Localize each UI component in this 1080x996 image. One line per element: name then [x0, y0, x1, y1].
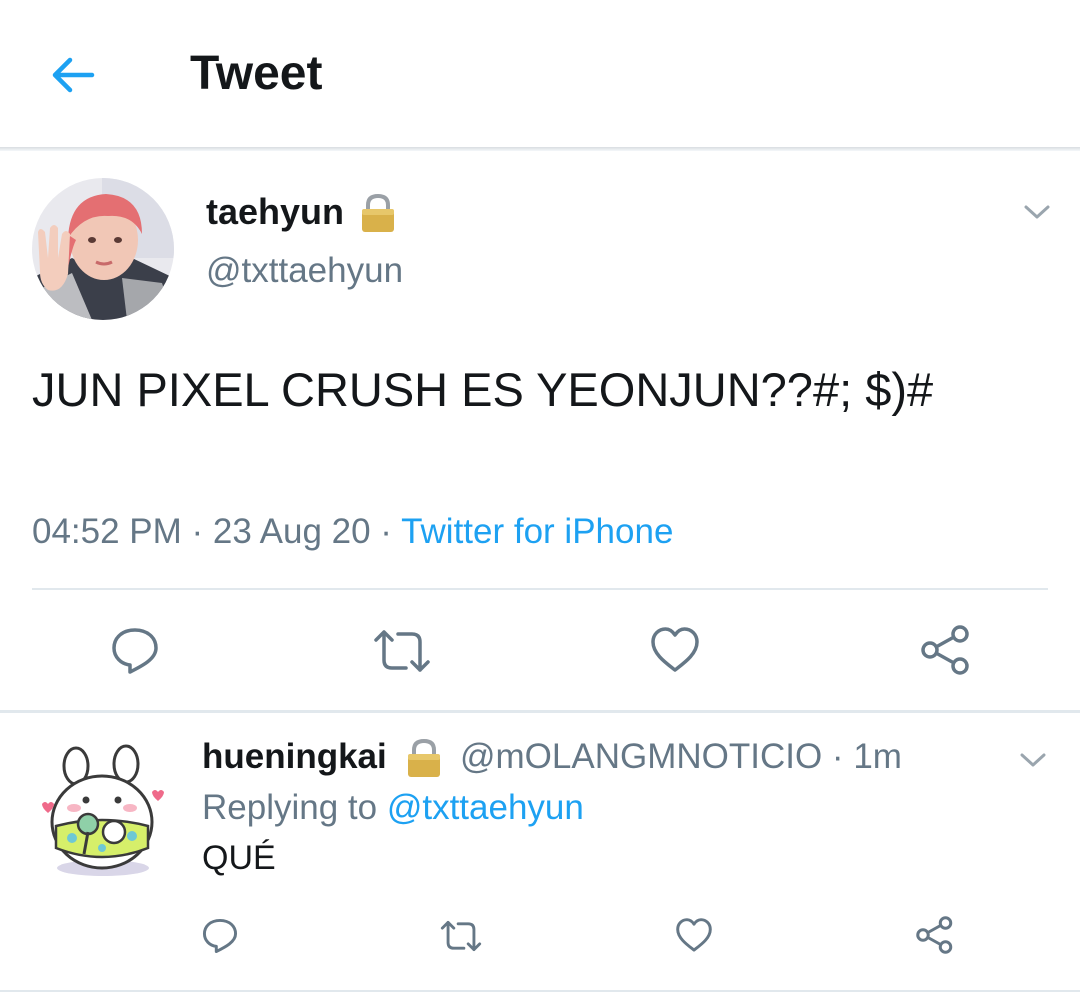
top-bar: Tweet — [0, 0, 1080, 148]
tweet-time: 04:52 PM — [32, 512, 182, 551]
reply-button[interactable] — [200, 916, 240, 961]
like-button[interactable] — [674, 916, 714, 961]
replying-to-link[interactable]: @txttaehyun — [387, 788, 584, 827]
lock-icon — [404, 737, 444, 784]
reply-text: QUÉ — [202, 839, 276, 877]
reply-icon — [202, 918, 238, 954]
share-icon — [916, 916, 953, 954]
author-name[interactable]: hueningkai — [202, 735, 387, 779]
replying-to: Replying to @txttaehyun — [202, 786, 584, 830]
meta-separator: · — [370, 512, 402, 551]
avatar[interactable] — [32, 178, 174, 320]
meta-separator: · — [822, 737, 854, 776]
avatar[interactable] — [36, 744, 170, 878]
like-icon — [651, 627, 699, 672]
reply-meta: @mOLANGMNOTICIO · 1m — [460, 735, 902, 779]
meta-separator: · — [181, 512, 213, 551]
replying-prefix: Replying to — [202, 788, 387, 827]
author-name[interactable]: taehyun — [206, 190, 344, 234]
arrow-left-icon — [52, 57, 95, 93]
chevron-down-icon[interactable] — [1016, 748, 1050, 777]
tweet-text: JUN PIXEL CRUSH ES YEONJUN??#; $)# — [32, 363, 934, 416]
chevron-down-icon[interactable] — [1020, 200, 1054, 229]
header-divider — [0, 147, 1080, 151]
divider — [32, 588, 1048, 590]
retweet-button[interactable] — [438, 916, 484, 961]
lock-icon — [358, 192, 398, 239]
tweet-meta: 04:52 PM · 23 Aug 20 · Twitter for iPhon… — [32, 510, 673, 554]
retweet-icon — [440, 920, 482, 952]
like-button[interactable] — [648, 624, 702, 683]
retweet-icon — [374, 630, 430, 672]
reply-time: 1m — [853, 737, 902, 776]
author-handle[interactable]: @mOLANGMNOTICIO — [460, 737, 822, 776]
tweet-source-link[interactable]: Twitter for iPhone — [401, 512, 673, 551]
tweet-date: 23 Aug 20 — [212, 512, 371, 551]
divider — [0, 990, 1080, 992]
reply-icon — [112, 628, 158, 674]
page-title: Tweet — [190, 47, 323, 100]
retweet-button[interactable] — [370, 624, 434, 683]
like-icon — [676, 918, 712, 952]
back-button[interactable] — [48, 50, 98, 100]
share-button[interactable] — [918, 622, 974, 683]
share-icon — [921, 625, 969, 675]
divider — [0, 710, 1080, 713]
author-handle[interactable]: @txttaehyun — [206, 249, 403, 293]
share-button[interactable] — [914, 914, 956, 961]
reply-button[interactable] — [108, 624, 162, 683]
